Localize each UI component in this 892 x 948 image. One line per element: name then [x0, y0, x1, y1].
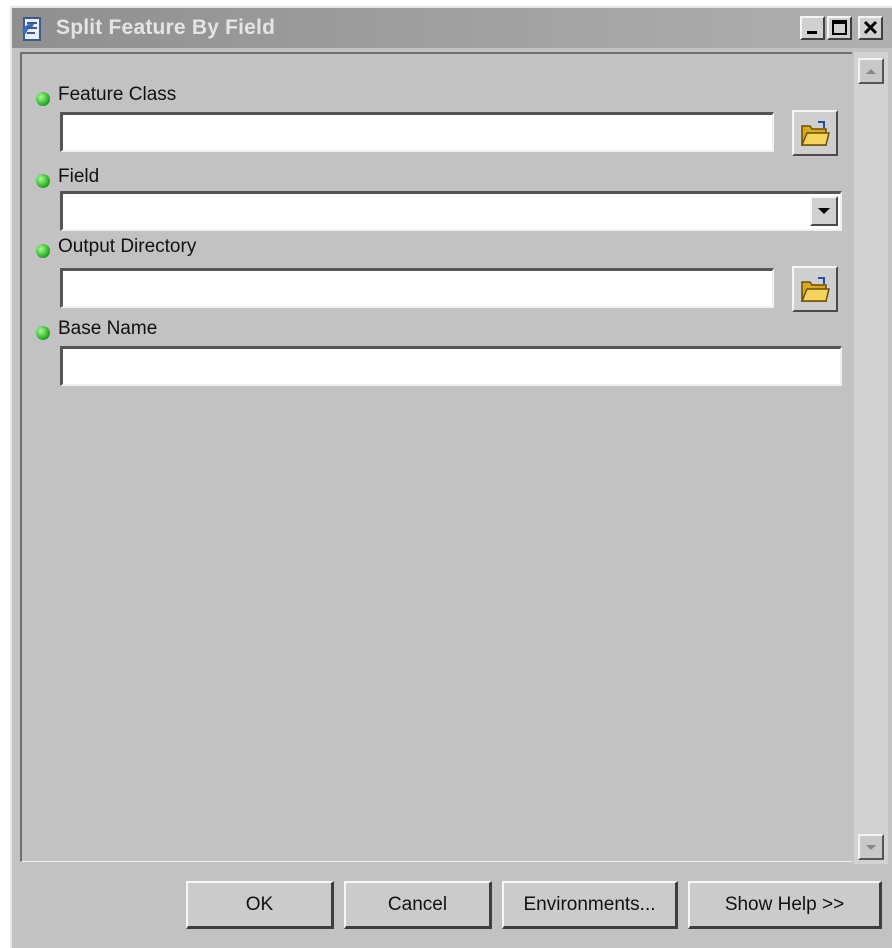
feature-class-label: Feature Class — [58, 84, 177, 105]
parameters-panel: Feature Class Field Output Directory Bas… — [20, 52, 852, 862]
close-icon — [863, 20, 878, 35]
minimize-icon — [807, 31, 817, 34]
base-name-input[interactable] — [60, 346, 842, 386]
open-folder-icon — [800, 277, 830, 302]
field-dropdown[interactable] — [60, 191, 842, 231]
vertical-scrollbar[interactable] — [854, 52, 888, 864]
required-indicator-icon — [36, 174, 50, 188]
maximize-icon — [832, 20, 847, 35]
open-folder-icon — [800, 121, 830, 146]
output-directory-browse-button[interactable] — [792, 266, 838, 312]
window-title: Split Feature By Field — [56, 16, 276, 39]
toolbox-script-icon — [22, 17, 41, 41]
chevron-up-icon — [866, 69, 876, 74]
output-directory-label: Output Directory — [58, 236, 197, 257]
ok-button[interactable]: OK — [186, 881, 334, 929]
title-bar[interactable]: Split Feature By Field — [12, 8, 892, 48]
close-button[interactable] — [858, 16, 883, 40]
field-dropdown-button[interactable] — [810, 196, 838, 226]
scroll-up-button[interactable] — [858, 58, 884, 84]
tool-dialog: Split Feature By Field Feature Class Fie… — [10, 6, 892, 948]
required-indicator-icon — [36, 326, 50, 340]
chevron-down-icon — [818, 208, 830, 214]
base-name-label: Base Name — [58, 318, 158, 339]
maximize-button[interactable] — [827, 16, 852, 40]
feature-class-browse-button[interactable] — [792, 110, 838, 156]
scroll-down-button[interactable] — [858, 834, 884, 860]
feature-class-input[interactable] — [60, 112, 774, 152]
required-indicator-icon — [36, 244, 50, 258]
environments-button[interactable]: Environments... — [502, 881, 678, 929]
output-directory-input[interactable] — [60, 268, 774, 308]
minimize-button[interactable] — [800, 16, 825, 40]
chevron-down-icon — [866, 845, 876, 850]
required-indicator-icon — [36, 92, 50, 106]
field-label: Field — [58, 166, 100, 187]
show-help-button[interactable]: Show Help >> — [688, 881, 882, 929]
cancel-button[interactable]: Cancel — [344, 881, 492, 929]
